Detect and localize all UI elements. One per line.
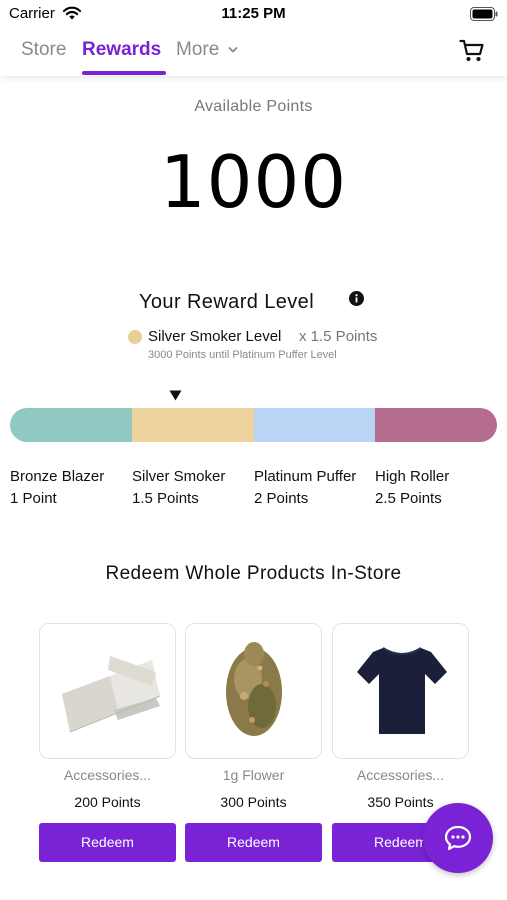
tab-rewards[interactable]: Rewards <box>82 39 161 61</box>
available-points-label: Available Points <box>194 98 313 115</box>
cart-icon[interactable] <box>459 39 485 63</box>
tshirt-image <box>333 624 468 758</box>
tier-name: Silver Smoker <box>132 468 226 485</box>
active-tab-indicator <box>82 71 166 75</box>
info-icon[interactable] <box>349 291 364 306</box>
product-points: 300 Points <box>220 794 287 810</box>
tier-platinum: Platinum Puffer 2 Points <box>254 468 379 507</box>
tier-points: 2 Points <box>254 490 309 507</box>
tier-segment-silver <box>131 408 254 442</box>
product-card[interactable] <box>332 623 469 759</box>
clock: 11:25 PM <box>221 5 286 22</box>
current-level-multiplier: x 1.5 Points <box>299 328 378 345</box>
tier-high-roller: High Roller 2.5 Points <box>375 468 500 507</box>
points-until-next-level: 3000 Points until Platinum Puffer Level <box>148 349 337 361</box>
current-level-dot <box>128 330 142 344</box>
tier-segment-bronze <box>10 408 132 442</box>
tab-store[interactable]: Store <box>21 39 66 61</box>
tier-name: Bronze Blazer <box>10 468 105 485</box>
rolling-papers-image <box>40 624 175 758</box>
product-category: Accessories... <box>63 767 152 783</box>
tier-points: 1 Point <box>10 490 57 507</box>
chevron-down-icon[interactable] <box>228 46 238 54</box>
product-card[interactable] <box>185 623 322 759</box>
tier-points: 1.5 Points <box>132 490 199 507</box>
status-bar: Carrier 11:25 PM <box>0 0 507 30</box>
battery-icon <box>470 7 498 21</box>
tier-bronze: Bronze Blazer 1 Point <box>10 468 135 507</box>
product-points: 200 Points <box>74 794 141 810</box>
top-nav: Store Rewards More <box>0 30 507 76</box>
current-tier-marker-icon <box>169 390 182 401</box>
tier-name: Platinum Puffer <box>254 468 357 485</box>
available-points-value: 1000 <box>159 140 348 224</box>
product-category: Accessories... <box>356 767 445 783</box>
reward-level-title: Your Reward Level <box>139 291 315 313</box>
product-card[interactable] <box>39 623 176 759</box>
tier-name: High Roller <box>375 468 450 485</box>
tier-segment-platinum <box>253 408 376 442</box>
current-level-name: Silver Smoker Level <box>148 328 282 345</box>
chat-button[interactable] <box>423 803 493 873</box>
chat-bubble-icon <box>444 825 472 851</box>
redeem-section-title: Redeem Whole Products In-Store <box>105 563 402 584</box>
product-category: 1g Flower <box>222 767 285 783</box>
redeem-button[interactable]: Redeem <box>185 823 322 862</box>
flower-bud-image <box>186 624 321 758</box>
tier-silver: Silver Smoker 1.5 Points <box>132 468 257 507</box>
tier-segment-high-roller <box>375 408 497 442</box>
tier-points: 2.5 Points <box>375 490 442 507</box>
redeem-button[interactable]: Redeem <box>39 823 176 862</box>
tier-progress-bar <box>10 408 497 442</box>
tab-more[interactable]: More <box>176 39 219 61</box>
